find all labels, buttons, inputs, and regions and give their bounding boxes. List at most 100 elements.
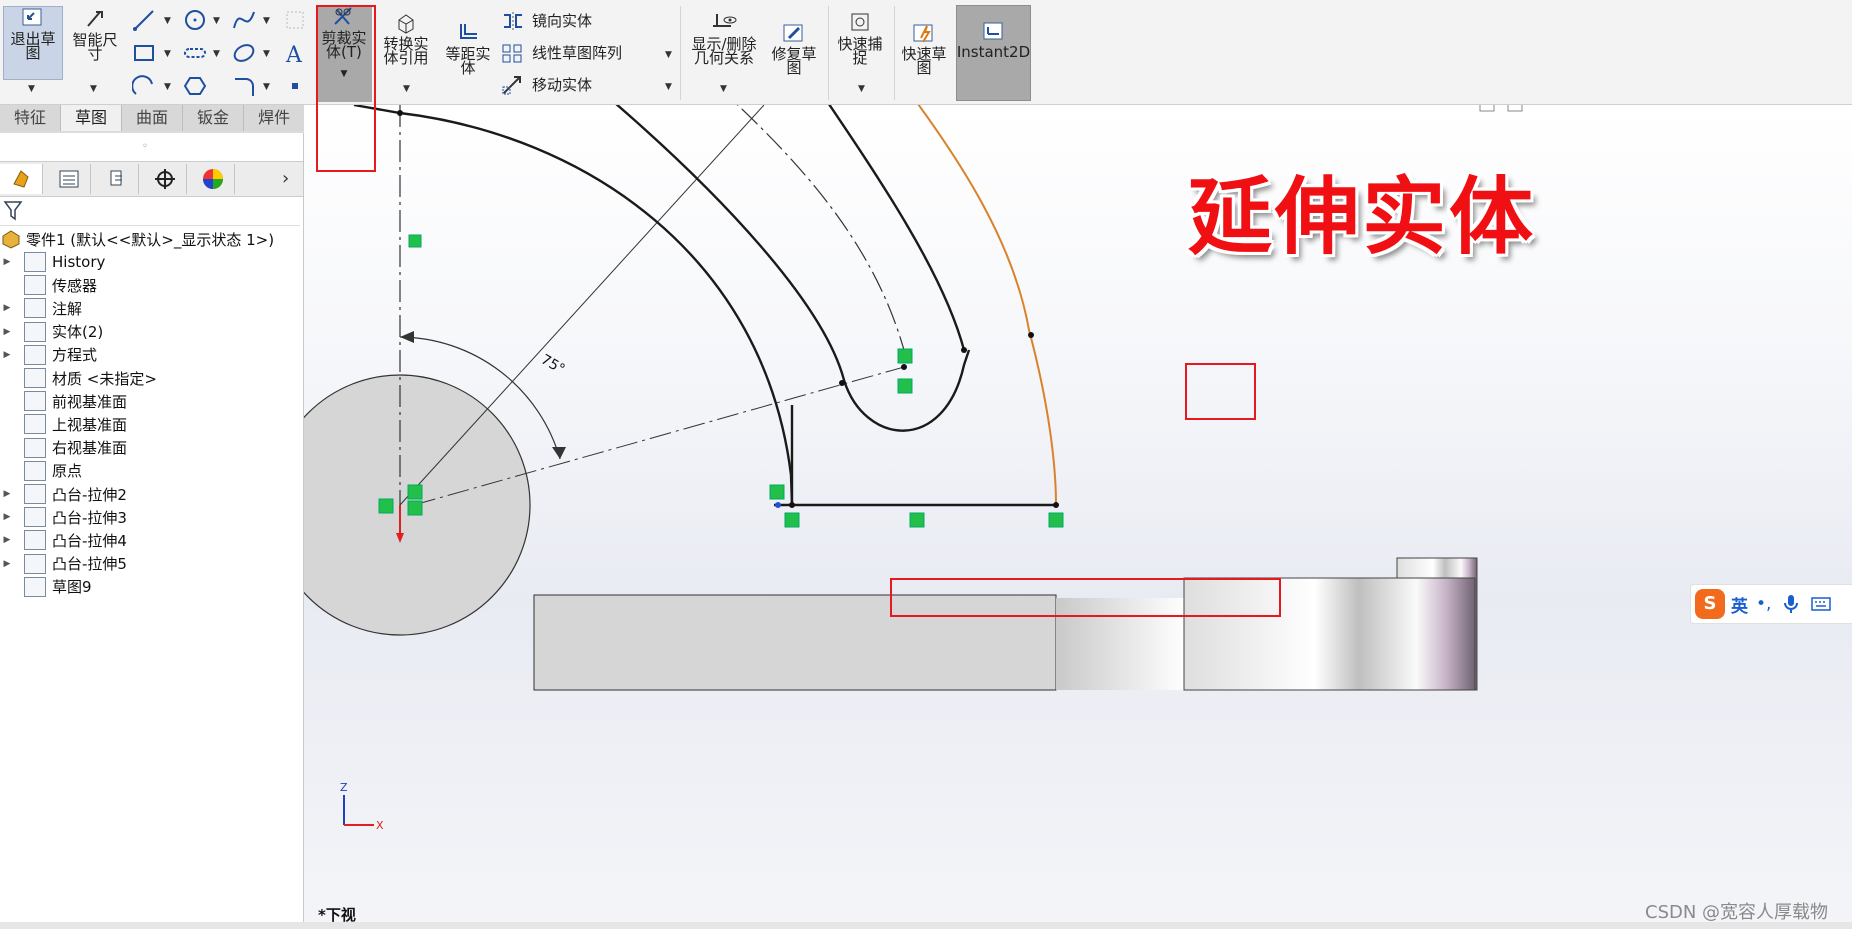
microphone-icon[interactable] bbox=[1783, 594, 1799, 614]
toolbar-separator bbox=[894, 6, 895, 100]
tree-item[interactable]: 材质 <未指定> bbox=[0, 366, 157, 390]
tree-item[interactable]: ▶ 凸台-拉伸2 bbox=[0, 482, 127, 506]
offset-entities-button[interactable]: 等距实 体 bbox=[440, 22, 496, 76]
tab-features[interactable]: 特征 bbox=[0, 105, 62, 131]
tree-item[interactable]: ▶ History bbox=[0, 250, 105, 274]
polygon-tool-icon[interactable] bbox=[183, 74, 207, 98]
sketch-svg[interactable]: Z X 75° bbox=[304, 105, 1852, 929]
spline-tool-icon[interactable] bbox=[232, 8, 256, 32]
angle-dimension-text: 75° bbox=[538, 352, 568, 378]
instant2d-icon bbox=[983, 22, 1002, 40]
arc-tool-icon[interactable] bbox=[132, 74, 156, 98]
circle-dropdown[interactable]: ▼ bbox=[213, 16, 220, 26]
construction-line bbox=[399, 105, 765, 506]
ime-punctuation[interactable]: •, bbox=[1756, 594, 1771, 614]
smart-dimension-dropdown[interactable]: ▼ bbox=[90, 84, 97, 94]
tree-node-icon bbox=[24, 553, 46, 574]
part-icon bbox=[2, 230, 20, 249]
rectangle-dropdown[interactable]: ▼ bbox=[164, 49, 171, 59]
convert-entities-button[interactable]: 转换实 体引用 bbox=[378, 12, 434, 66]
convert-dropdown[interactable]: ▼ bbox=[403, 84, 410, 94]
offset-entities-icon bbox=[460, 24, 477, 39]
point-tool-icon[interactable] bbox=[283, 74, 307, 98]
tree-item[interactable]: ▶ 注解 bbox=[0, 296, 82, 320]
property-manager-tab[interactable] bbox=[48, 164, 91, 194]
expand-arrow-icon[interactable]: ▶ bbox=[0, 559, 14, 569]
quick-snaps-dropdown[interactable]: ▼ bbox=[858, 84, 865, 94]
ime-toolbar[interactable]: S 英 •, bbox=[1690, 584, 1852, 624]
ellipse-tool-icon[interactable] bbox=[232, 41, 256, 65]
fillet-dropdown[interactable]: ▼ bbox=[263, 82, 270, 92]
graphics-area[interactable]: Z X 75° bbox=[304, 105, 1852, 929]
tree-item[interactable]: 原点 bbox=[0, 459, 82, 483]
tab-sketch[interactable]: 草图 bbox=[61, 105, 123, 131]
watermark-text: CSDN @宽容人厚载物 bbox=[1645, 902, 1829, 923]
ellipse-dropdown[interactable]: ▼ bbox=[263, 49, 270, 59]
expand-arrow-icon[interactable]: ▶ bbox=[0, 350, 14, 360]
tab-sheet-metal[interactable]: 钣金 bbox=[183, 105, 245, 131]
filter-icon[interactable] bbox=[3, 200, 23, 222]
line-tool-icon[interactable] bbox=[132, 8, 156, 32]
keyboard-icon[interactable] bbox=[1811, 596, 1832, 612]
expand-arrow-icon[interactable]: ▶ bbox=[0, 303, 14, 313]
tree-item[interactable]: ▶ 凸台-拉伸5 bbox=[0, 552, 127, 576]
linear-pattern-button[interactable]: 线性草图阵列 bbox=[502, 42, 622, 63]
configuration-manager-tab[interactable] bbox=[96, 164, 139, 194]
display-manager-tab[interactable] bbox=[192, 164, 235, 194]
smart-dimension-button[interactable]: 智能尺 寸 bbox=[68, 8, 122, 62]
linear-pattern-dropdown[interactable]: ▼ bbox=[665, 50, 672, 60]
expand-arrow-icon[interactable]: ▶ bbox=[0, 512, 14, 522]
sketch-point bbox=[961, 347, 967, 353]
instant2d-button[interactable]: Instant2D bbox=[956, 5, 1031, 101]
fillet-tool-icon[interactable] bbox=[232, 74, 256, 98]
line-dropdown[interactable]: ▼ bbox=[164, 16, 171, 26]
text-tool-icon[interactable]: A bbox=[283, 41, 307, 65]
dimxpert-tab[interactable] bbox=[144, 164, 187, 194]
relations-dropdown[interactable]: ▼ bbox=[720, 84, 727, 94]
rectangle-tool-icon[interactable] bbox=[132, 41, 156, 65]
ime-language[interactable]: 英 bbox=[1731, 592, 1748, 617]
quick-snaps-button[interactable]: 快速捕 捉 bbox=[832, 12, 888, 66]
circle-tool-icon[interactable] bbox=[183, 8, 207, 32]
repair-sketch-button[interactable]: 修复草 图 bbox=[766, 22, 822, 77]
rapid-sketch-button[interactable]: 快速草 图 bbox=[896, 22, 952, 76]
move-dropdown[interactable]: ▼ bbox=[665, 82, 672, 92]
mirror-entities-button[interactable]: 镜向实体 bbox=[502, 10, 592, 31]
expand-arrow-icon[interactable]: ▶ bbox=[0, 489, 14, 499]
triad-z-label: Z bbox=[340, 781, 348, 794]
expand-arrow-icon[interactable]: ▶ bbox=[0, 327, 14, 337]
spline-dropdown[interactable]: ▼ bbox=[263, 16, 270, 26]
tree-item[interactable]: 传感器 bbox=[0, 273, 97, 297]
tree-node-icon bbox=[24, 484, 46, 504]
exit-sketch-label: 退出草 图 bbox=[10, 30, 56, 62]
repair-label: 修复草 图 bbox=[771, 45, 817, 77]
tree-item[interactable]: 右视基准面 bbox=[0, 436, 127, 460]
tree-item[interactable]: 上视基准面 bbox=[0, 412, 127, 436]
panel-grip[interactable]: ◦ bbox=[142, 141, 148, 152]
linear-pattern-icon bbox=[502, 44, 522, 62]
tree-item-label: 传感器 bbox=[52, 276, 98, 295]
move-entities-button[interactable]: 移动实体 bbox=[502, 74, 592, 95]
tree-item[interactable]: ▶ 凸台-拉伸4 bbox=[0, 528, 127, 552]
feature-manager-tab[interactable] bbox=[0, 164, 43, 194]
expand-arrow-icon[interactable]: ▶ bbox=[0, 257, 14, 267]
tab-surfaces[interactable]: 曲面 bbox=[122, 105, 184, 131]
tree-item[interactable]: ▶ 凸台-拉伸3 bbox=[0, 505, 127, 529]
tree-root-part[interactable]: 零件1 (默认<<默认>_显示状态 1>) bbox=[0, 227, 274, 251]
arc-dropdown[interactable]: ▼ bbox=[164, 82, 171, 92]
tree-item[interactable]: 前视基准面 bbox=[0, 389, 127, 413]
move-label: 移动实体 bbox=[532, 76, 593, 94]
slot-dropdown[interactable]: ▼ bbox=[213, 49, 220, 59]
tree-item[interactable]: ▶ 方程式 bbox=[0, 343, 97, 367]
tree-item[interactable]: ▶ 实体(2) bbox=[0, 320, 103, 344]
slot-tool-icon[interactable] bbox=[183, 41, 207, 65]
expand-arrow-icon[interactable]: ▶ bbox=[0, 535, 14, 545]
tab-weldments[interactable]: 焊件 bbox=[244, 105, 306, 131]
exit-sketch-dropdown[interactable]: ▼ bbox=[28, 84, 35, 94]
tree-item[interactable]: 草图9 bbox=[0, 575, 92, 599]
exit-sketch-button[interactable]: 退出草 图 bbox=[3, 6, 63, 80]
panel-tabs-more-icon[interactable]: › bbox=[282, 168, 289, 189]
display-delete-relations-button[interactable]: 显示/删除 几何关系 bbox=[686, 12, 762, 66]
plane-tool-icon[interactable] bbox=[283, 8, 307, 32]
property-manager-icon bbox=[59, 170, 79, 188]
